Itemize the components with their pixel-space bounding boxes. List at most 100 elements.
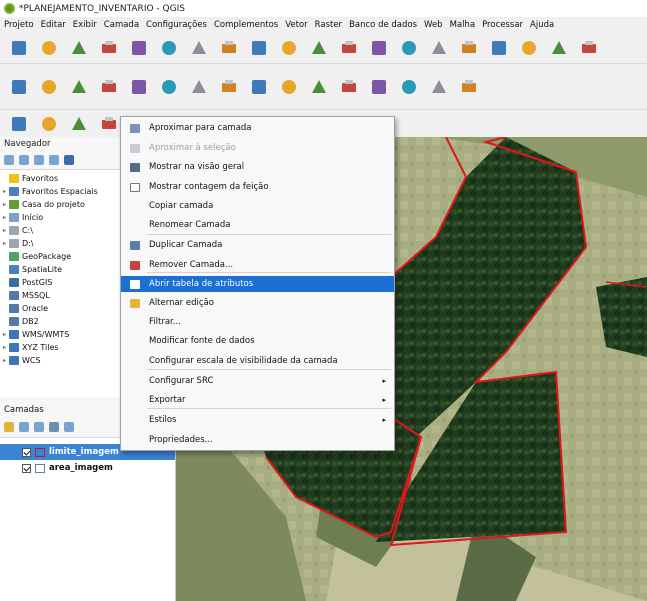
menu-item-aproximar-para-camada[interactable]: Aproximar para camada <box>121 120 394 136</box>
zoom-out-icon[interactable] <box>278 37 300 59</box>
new-project-icon[interactable] <box>8 37 30 59</box>
expand-arrow-icon[interactable]: ▸ <box>0 201 9 208</box>
menu-projeto[interactable]: Projeto <box>4 20 34 30</box>
filter-legend-icon[interactable] <box>49 422 59 432</box>
navigator-item[interactable]: ▸ XYZ Tiles <box>0 341 124 354</box>
menu-item-filtrar[interactable]: Filtrar... <box>121 314 394 330</box>
refresh-icon[interactable] <box>4 155 14 165</box>
zoom-next-icon[interactable] <box>458 37 480 59</box>
menu-item-mostrar-na-vis-o-geral[interactable]: Mostrar na visão geral <box>121 159 394 175</box>
menu-item-alternar-edi-o[interactable]: Alternar edição <box>121 295 394 311</box>
open-project-icon[interactable] <box>38 37 60 59</box>
expand-arrow-icon[interactable]: ▸ <box>0 344 9 351</box>
new-print-layout-icon[interactable] <box>98 37 120 59</box>
expand-arrow-icon[interactable]: ▸ <box>0 240 9 247</box>
navigator-item[interactable]: ▸ Início <box>0 211 124 224</box>
navigator-item[interactable]: GeoPackage <box>0 250 124 263</box>
navigator-item[interactable]: ▸ Casa do projeto <box>0 198 124 211</box>
navigator-item[interactable]: DB2 <box>0 315 124 328</box>
add-group-icon[interactable] <box>19 422 29 432</box>
menu-item-modificar-fonte-de-dados[interactable]: Modificar fonte de dados <box>121 333 394 349</box>
navigator-item[interactable]: ▸ WCS <box>0 354 124 367</box>
expand-arrow-icon[interactable]: ▸ <box>0 227 9 234</box>
menu-configura-es[interactable]: Configurações <box>146 20 207 30</box>
menu-item-remover-camada[interactable]: Remover Camada... <box>121 257 394 273</box>
data-source-manager-icon[interactable] <box>38 76 60 98</box>
menu-exibir[interactable]: Exibir <box>73 20 97 30</box>
delete-icon[interactable] <box>368 76 390 98</box>
label-move-icon[interactable] <box>98 113 120 135</box>
navigator-item[interactable]: MSSQL <box>0 289 124 302</box>
expand-all-icon[interactable] <box>64 422 74 432</box>
layer-visibility-checkbox[interactable] <box>22 463 31 473</box>
new-map-view-icon[interactable] <box>488 37 510 59</box>
menu-raster[interactable]: Raster <box>315 20 342 30</box>
menu-web[interactable]: Web <box>424 20 443 30</box>
zoom-last-icon[interactable] <box>428 37 450 59</box>
label-icon[interactable] <box>458 76 480 98</box>
zoom-native-icon[interactable] <box>398 37 420 59</box>
navigator-item[interactable]: PostGIS <box>0 276 124 289</box>
menu-item-copiar-camada[interactable]: Copiar camada <box>121 198 394 214</box>
expand-arrow-icon[interactable]: ▸ <box>0 331 9 338</box>
paste-icon[interactable] <box>338 76 360 98</box>
manage-visibility-icon[interactable] <box>34 422 44 432</box>
redo-icon[interactable] <box>428 76 450 98</box>
identify-icon[interactable] <box>578 37 600 59</box>
menu-item-duplicar-camada[interactable]: Duplicar Camada <box>121 237 394 253</box>
menu-ajuda[interactable]: Ajuda <box>530 20 554 30</box>
navigator-item[interactable]: ▸ Favoritos Espaciais <box>0 185 124 198</box>
undo-icon[interactable] <box>398 76 420 98</box>
add-feature-icon[interactable] <box>158 76 180 98</box>
menu-banco-de-dados[interactable]: Banco de dados <box>349 20 417 30</box>
pan-icon[interactable] <box>188 37 210 59</box>
menu-camada[interactable]: Camada <box>104 20 139 30</box>
menu-item-mostrar-contagem-da-fei-o[interactable]: Mostrar contagem da feição <box>121 179 394 195</box>
vertex-tool-icon[interactable] <box>128 76 150 98</box>
style-manager-icon[interactable] <box>158 37 180 59</box>
menu-vetor[interactable]: Vetor <box>285 20 307 30</box>
add-selected-layers-icon[interactable] <box>19 155 29 165</box>
digitizing-icon[interactable] <box>8 76 30 98</box>
expand-arrow-icon[interactable]: ▸ <box>0 188 9 195</box>
menu-processar[interactable]: Processar <box>482 20 523 30</box>
refresh-icon[interactable] <box>548 37 570 59</box>
layer-item[interactable]: area_imagem <box>0 460 175 476</box>
filter-icon[interactable] <box>34 155 44 165</box>
label-icon[interactable] <box>8 113 30 135</box>
navigator-item[interactable]: ▸ D:\ <box>0 237 124 250</box>
navigator-item[interactable]: ▸ C:\ <box>0 224 124 237</box>
open-layer-styling-icon[interactable] <box>4 422 14 432</box>
menu-item-exportar[interactable]: Exportar ▸ <box>121 392 394 408</box>
cut-icon[interactable] <box>278 76 300 98</box>
save-project-icon[interactable] <box>68 37 90 59</box>
label-pin-icon[interactable] <box>38 113 60 135</box>
pan-to-selection-icon[interactable] <box>218 37 240 59</box>
zoom-layer-icon[interactable] <box>368 37 390 59</box>
menu-item-aproximar-sele-o[interactable]: Aproximar à seleção <box>121 140 394 156</box>
menu-item-abrir-tabela-de-atributos[interactable]: Abrir tabela de atributos <box>121 276 394 292</box>
new-shapefile-icon[interactable] <box>68 76 90 98</box>
properties-icon[interactable] <box>64 155 74 165</box>
layout-manager-icon[interactable] <box>128 37 150 59</box>
menu-malha[interactable]: Malha <box>450 20 476 30</box>
navigator-item[interactable]: SpatiaLite <box>0 263 124 276</box>
menu-editar[interactable]: Editar <box>41 20 66 30</box>
digitize-line-icon[interactable] <box>98 76 120 98</box>
temporal-icon[interactable] <box>518 37 540 59</box>
zoom-selection-icon[interactable] <box>338 37 360 59</box>
menu-complementos[interactable]: Complementos <box>214 20 278 30</box>
toggle-edit-icon[interactable] <box>188 76 210 98</box>
menu-item-estilos[interactable]: Estilos ▸ <box>121 412 394 428</box>
pencil-icon[interactable] <box>218 76 240 98</box>
navigator-item[interactable]: ▸ WMS/WMTS <box>0 328 124 341</box>
menu-item-propriedades[interactable]: Propriedades... <box>121 432 394 448</box>
navigator-item[interactable]: Favoritos <box>0 172 124 185</box>
menu-item-configurar-escala-de-visibilidade-da-camada[interactable]: Configurar escala de visibilidade da cam… <box>121 353 394 369</box>
collapse-all-icon[interactable] <box>49 155 59 165</box>
expand-arrow-icon[interactable]: ▸ <box>0 357 9 364</box>
copy-icon[interactable] <box>308 76 330 98</box>
save-edits-icon[interactable] <box>248 76 270 98</box>
label-show-icon[interactable] <box>68 113 90 135</box>
menu-item-configurar-src[interactable]: Configurar SRC ▸ <box>121 373 394 389</box>
